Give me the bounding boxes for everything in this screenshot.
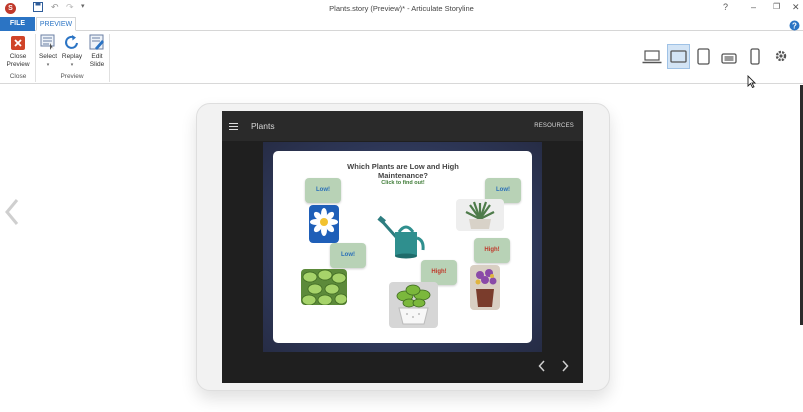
edit-slide-icon	[89, 34, 105, 51]
tab-file[interactable]: FILE	[0, 17, 35, 31]
group-separator	[109, 34, 110, 82]
mouse-cursor-icon	[747, 74, 757, 93]
player-screen: Plants RESOURCES Which Plants are Low an…	[222, 111, 583, 383]
edit-slide-label: Edit Slide	[89, 53, 105, 68]
course-title: Plants	[251, 121, 275, 131]
player-top-bar: Plants RESOURCES	[222, 111, 583, 141]
group-preview-label: Preview	[60, 73, 84, 80]
preview-left-arrow-icon[interactable]	[4, 198, 20, 231]
player-next-button[interactable]	[561, 360, 569, 375]
close-preview-button[interactable]: Close Preview	[4, 34, 32, 69]
hamburger-menu-icon[interactable]	[229, 123, 238, 130]
help-icon[interactable]: ?	[723, 2, 728, 12]
slide-title: Which Plants are Low and High Maintenanc…	[347, 162, 459, 180]
select-dropdown-icon[interactable]: ▾	[37, 61, 59, 69]
close-preview-label: Close Preview	[6, 53, 30, 68]
player-prev-button[interactable]	[538, 360, 546, 375]
daisy-plant-image[interactable]	[309, 205, 339, 243]
edit-slide-button[interactable]: Edit Slide	[86, 34, 108, 69]
group-close-label: Close	[9, 73, 27, 80]
close-preview-icon	[10, 34, 26, 51]
window-title: Plants.story (Preview)* - Articulate Sto…	[329, 4, 474, 13]
select-icon	[40, 34, 56, 51]
laptop-icon[interactable]	[642, 50, 662, 69]
gear-icon[interactable]	[774, 49, 788, 68]
tab-preview[interactable]: PREVIEW	[36, 17, 76, 31]
tablet-portrait-icon[interactable]	[697, 48, 710, 70]
select-label: Select	[38, 53, 58, 60]
resources-link[interactable]: RESOURCES	[534, 123, 574, 129]
ribbon-tabs: FILE PREVIEW ?	[0, 17, 803, 31]
phone-landscape-icon[interactable]	[721, 51, 737, 69]
succulent-pot-image[interactable]	[456, 199, 504, 231]
purple-flower-pot-image[interactable]	[470, 265, 500, 310]
replay-button[interactable]: Replay ▾	[60, 34, 84, 69]
ribbon: Close Preview Close Select ▾ Replay ▾ Ed…	[0, 31, 803, 84]
minimize-icon[interactable]: –	[751, 2, 756, 12]
white-pot-plant-image[interactable]	[389, 282, 438, 328]
low-bubble-3[interactable]: Low!	[330, 243, 366, 268]
close-window-icon[interactable]: ✕	[792, 2, 800, 13]
watering-can-icon[interactable]	[377, 214, 427, 260]
select-button[interactable]: Select ▾	[37, 34, 59, 69]
high-bubble-2[interactable]: High!	[474, 238, 510, 263]
slide-card: Which Plants are Low and High Maintenanc…	[273, 151, 532, 343]
title-bar: S ↶ ↷ ▾ Plants.story (Preview)* - Articu…	[0, 0, 803, 17]
slide-subtitle: Click to find out!	[381, 180, 425, 186]
replay-dropdown-icon[interactable]: ▾	[60, 61, 84, 69]
replay-icon	[64, 34, 80, 51]
phone-portrait-icon[interactable]	[750, 48, 760, 70]
group-separator	[35, 34, 36, 82]
green-leaves-plant-image[interactable]	[301, 269, 347, 305]
tablet-landscape-icon[interactable]	[670, 50, 687, 68]
low-bubble-1[interactable]: Low!	[305, 178, 341, 203]
restore-icon[interactable]: ❐	[773, 2, 780, 11]
replay-label: Replay	[61, 53, 83, 60]
svg-text:?: ?	[792, 22, 797, 31]
